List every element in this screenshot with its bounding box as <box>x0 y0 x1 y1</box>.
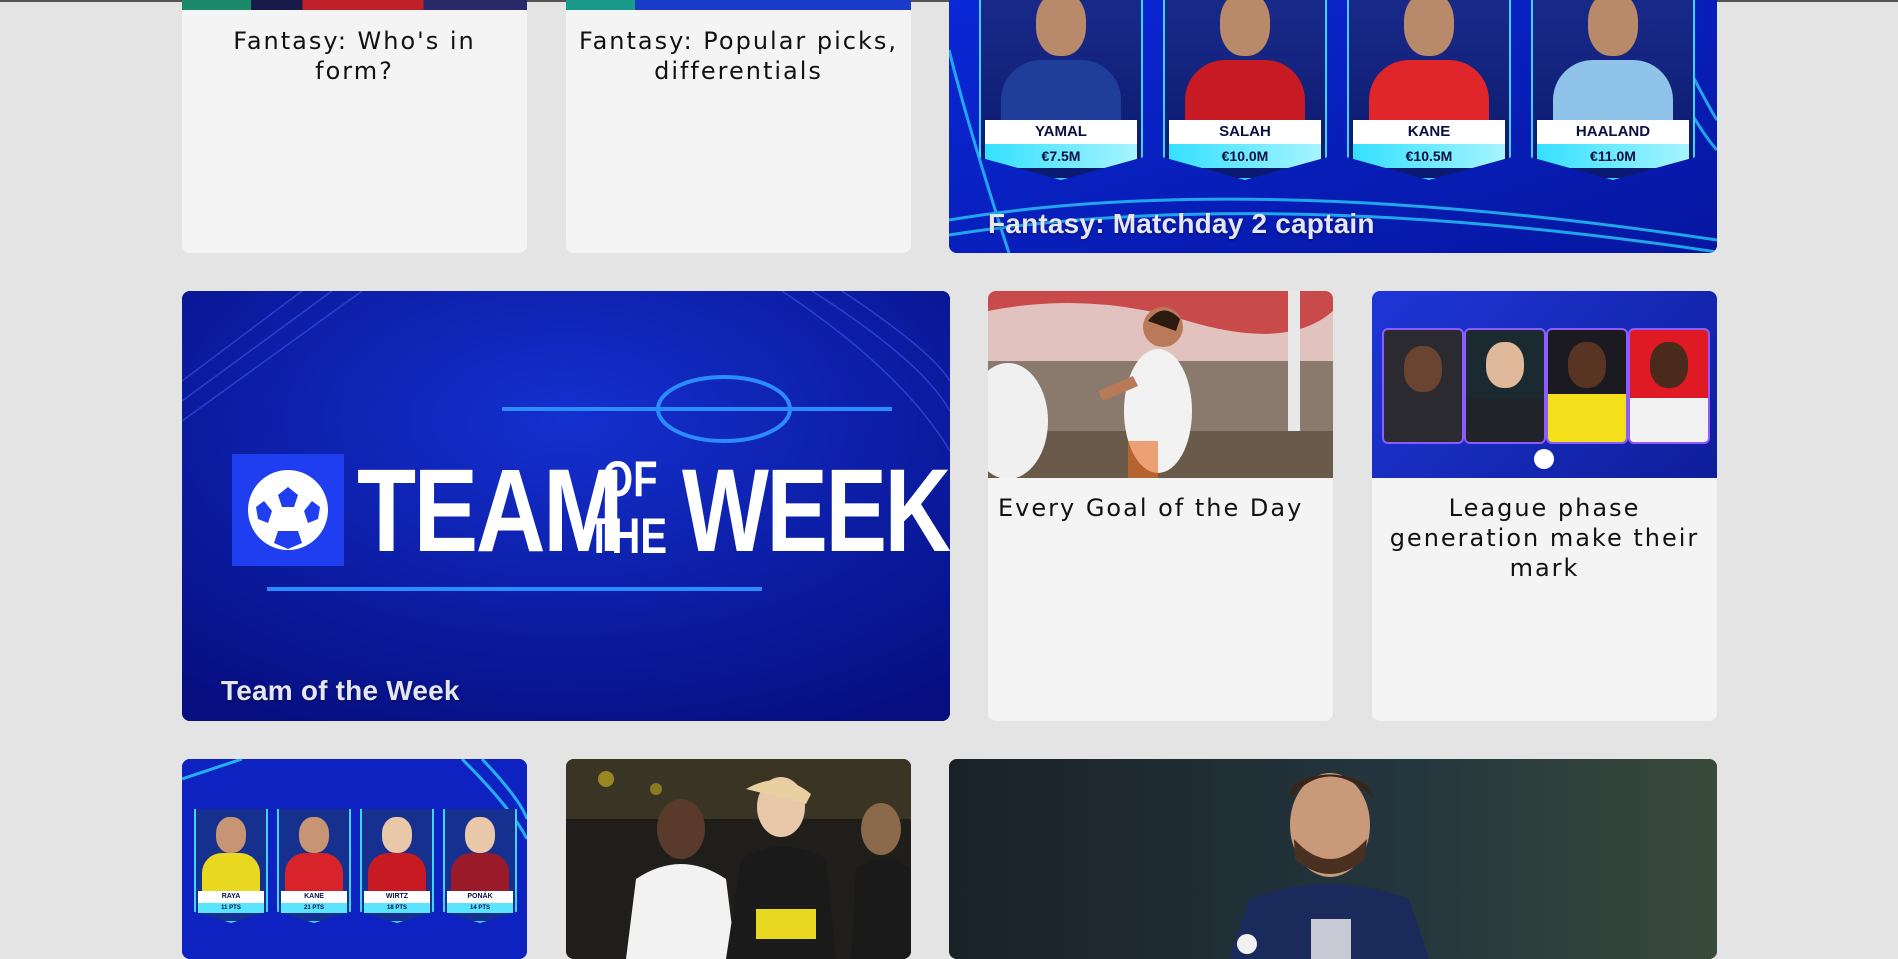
fantasy-popular-picks-thumbnail <box>566 0 911 10</box>
card-title: League phase generation make their mark <box>1389 494 1700 582</box>
player-card: KANE 21 PTS <box>277 809 351 923</box>
player-points: 21 PTS <box>281 903 347 913</box>
player-photo <box>299 817 329 853</box>
player-photo <box>1546 328 1628 444</box>
logo-word-week: WEEK <box>682 445 950 577</box>
player-card: SALAH €10.0M <box>1163 0 1327 180</box>
player-price: €10.0M <box>1169 144 1321 168</box>
player-points: 11 PTS <box>198 903 264 913</box>
player-photo <box>1382 328 1464 444</box>
every-goal-thumbnail <box>988 291 1333 478</box>
card-title: Fantasy: Popular picks, differentials <box>578 27 899 85</box>
player-photo <box>1036 0 1086 56</box>
messi-photo-card[interactable] <box>949 759 1717 959</box>
player-shirt <box>451 853 509 891</box>
player-name: SALAH <box>1169 120 1321 144</box>
champions-league-starball-icon <box>1534 449 1554 469</box>
logo-word-the: THE <box>587 508 667 564</box>
fantasy-matchday-captain-card[interactable]: YAMAL €7.5M SALAH €10.0M KANE €10.5M HAA… <box>949 0 1717 253</box>
player-shirt <box>368 853 426 891</box>
player-name: WIRTZ <box>364 891 430 903</box>
player-shirt <box>1369 60 1489 120</box>
every-goal-of-the-day-card[interactable]: Every Goal of the Day <box>988 291 1333 721</box>
player-card: YAMAL €7.5M <box>979 0 1143 180</box>
player-price: €11.0M <box>1537 144 1689 168</box>
team-of-the-week-card[interactable]: TEAM OF THE WEEK Team of the Week <box>182 291 950 721</box>
player-shirt <box>285 853 343 891</box>
player-card: KANE €10.5M <box>1347 0 1511 180</box>
player-shirt <box>1001 60 1121 120</box>
player-shirt <box>202 853 260 891</box>
handshake-photo <box>566 759 911 959</box>
handshake-photo-card[interactable] <box>566 759 911 959</box>
player-shirt <box>1553 60 1673 120</box>
player-points: 18 PTS <box>364 903 430 913</box>
player-name: YAMAL <box>985 120 1137 144</box>
league-phase-thumbnail <box>1372 291 1717 478</box>
player-photo <box>1464 328 1546 444</box>
messi-photo <box>949 759 1717 959</box>
player-name: KANE <box>281 891 347 903</box>
player-name: RAYA <box>198 891 264 903</box>
player-name: HAALAND <box>1537 120 1689 144</box>
player-price: €7.5M <box>985 144 1137 168</box>
player-shirt <box>1185 60 1305 120</box>
fantasy-in-form-card[interactable]: Fantasy: Who's in form? <box>182 0 527 253</box>
card-title: Every Goal of the Day <box>998 494 1304 522</box>
card-overlay-title: Fantasy: Matchday 2 captain <box>988 208 1375 239</box>
player-photo <box>1404 0 1454 56</box>
player-photo <box>1588 0 1638 56</box>
player-card: HAALAND €11.0M <box>1531 0 1695 180</box>
fantasy-in-form-thumbnail <box>182 0 527 10</box>
player-name: KANE <box>1353 120 1505 144</box>
card-title: Fantasy: Who's in form? <box>233 27 476 85</box>
fantasy-popular-picks-card[interactable]: Fantasy: Popular picks, differentials <box>566 0 911 253</box>
player-card: WIRTZ 18 PTS <box>360 809 434 923</box>
player-photo <box>1628 328 1710 444</box>
player-card: RAYA 11 PTS <box>194 809 268 923</box>
logo-word-team: TEAM <box>357 445 624 577</box>
player-photo <box>382 817 412 853</box>
player-card: PONÁK 14 PTS <box>443 809 517 923</box>
logo-word-of: OF <box>602 451 658 507</box>
card-overlay-title: Team of the Week <box>221 675 460 706</box>
player-photo <box>465 817 495 853</box>
fantasy-team-card[interactable]: RAYA 11 PTS KANE 21 PTS WIRTZ 18 PTS PON… <box>182 759 527 959</box>
player-name: PONÁK <box>447 891 513 903</box>
player-photo <box>216 817 246 853</box>
league-phase-generation-card[interactable]: League phase generation make their mark <box>1372 291 1717 721</box>
player-photo <box>1220 0 1270 56</box>
player-points: 14 PTS <box>447 903 513 913</box>
player-price: €10.5M <box>1353 144 1505 168</box>
